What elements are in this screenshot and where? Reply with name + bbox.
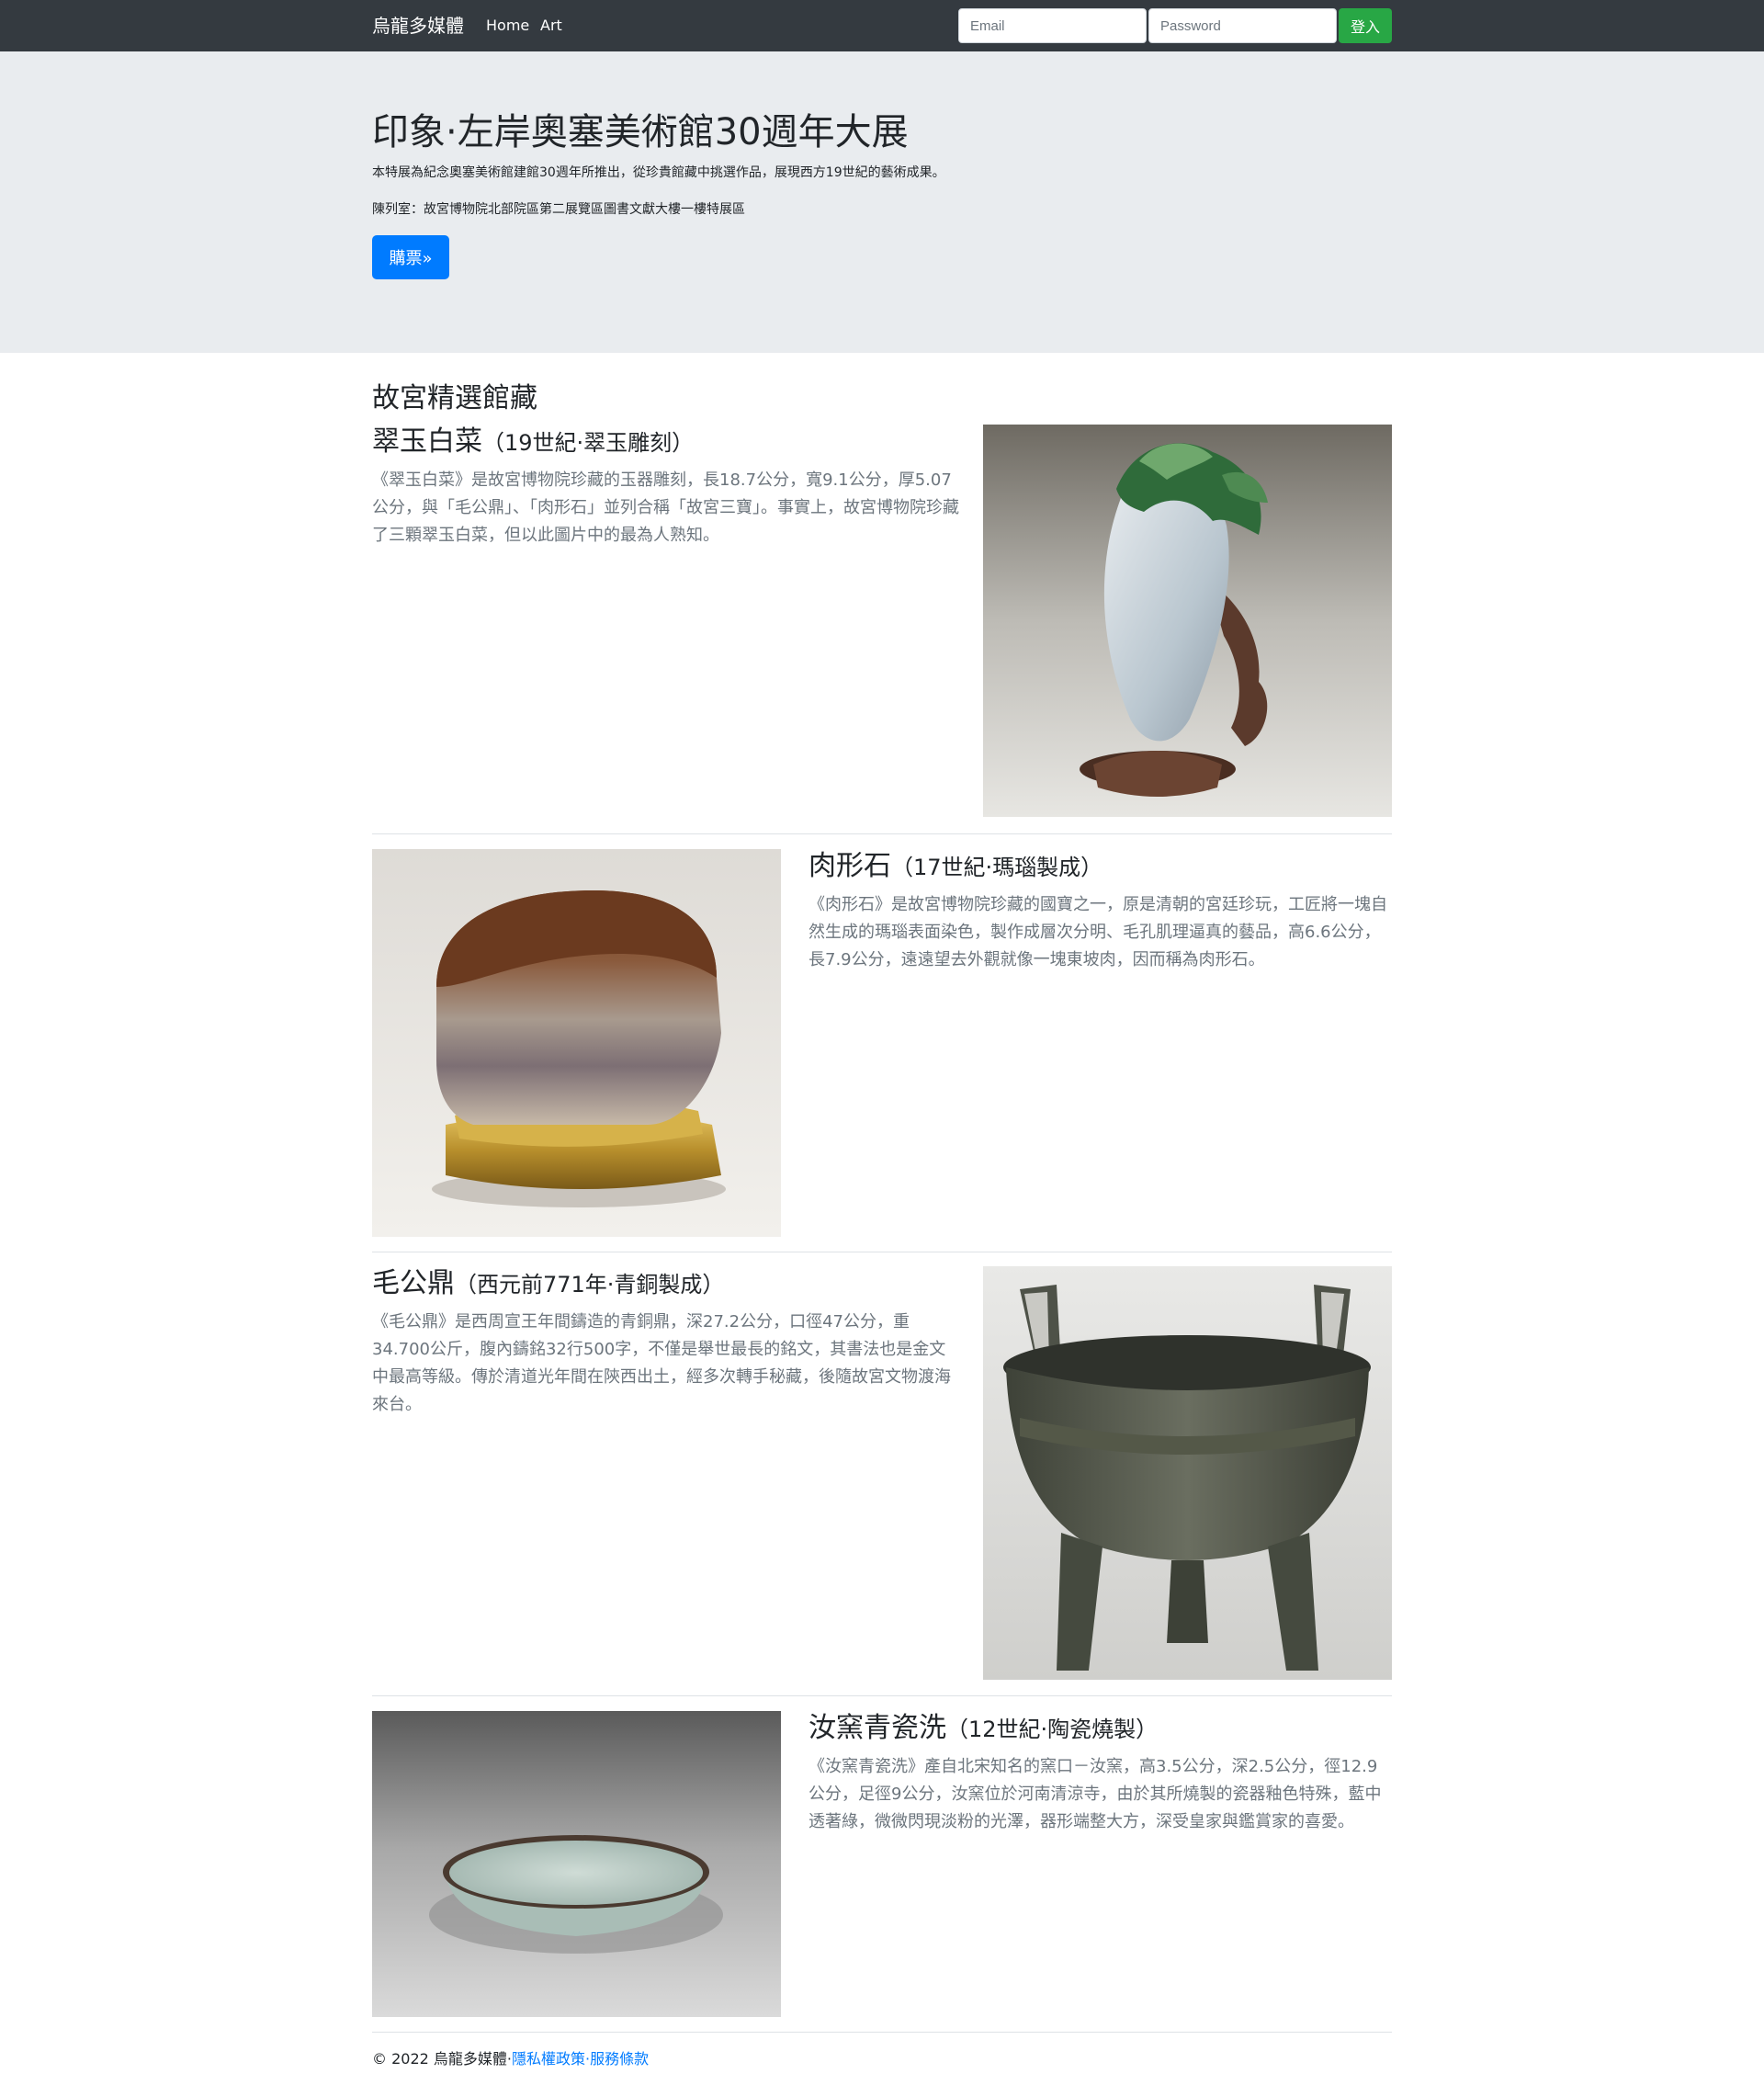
login-button[interactable]: 登入: [1339, 8, 1392, 43]
terms-of-service-link[interactable]: 服務條款: [590, 2050, 649, 2068]
hero-title: 印象·左岸奧塞美術館30週年大展: [372, 111, 909, 153]
item-subtitle: （12世紀·陶瓷燒製）: [946, 1717, 1159, 1742]
item-heading-ru-ware: 汝窯青瓷洗（12世紀·陶瓷燒製）: [808, 1711, 1158, 1747]
item-name: 毛公鼎: [372, 1267, 455, 1299]
divider: [372, 1695, 1392, 1696]
navbar-brand[interactable]: 烏龍多媒體: [372, 13, 464, 39]
buy-ticket-button[interactable]: 購票»: [372, 235, 449, 279]
privacy-policy-link[interactable]: 隱私權政策: [512, 2050, 585, 2068]
item-heading-mao-gong-ding: 毛公鼎（西元前771年·青銅製成）: [372, 1266, 724, 1302]
divider: [372, 833, 1392, 834]
item-description: 《肉形石》是故宮博物院珍藏的國寶之一，原是清朝的宮廷珍玩，工匠將一塊自然生成的瑪…: [808, 895, 1387, 969]
navbar: 烏龍多媒體 Home Art 登入: [0, 0, 1764, 51]
item-name: 汝窯青瓷洗: [808, 1712, 946, 1744]
item-name: 肉形石: [808, 850, 891, 882]
item-name: 翠玉白菜: [372, 425, 482, 458]
jade-cabbage-image: [983, 425, 1392, 817]
footer-copyright: © 2022 烏龍多媒體·: [372, 2050, 512, 2068]
item-subtitle: （17世紀·瑪瑙製成）: [891, 855, 1103, 880]
item-description: 《翠玉白菜》是故宮博物院珍藏的玉器雕刻，長18.7公分，寬9.1公分，厚5.07…: [372, 470, 959, 545]
mao-gong-ding-image: [983, 1266, 1392, 1680]
nav-link-home[interactable]: Home: [486, 15, 529, 37]
item-heading-jade-cabbage: 翠玉白菜（19世紀·翠玉雕刻）: [372, 425, 694, 460]
hero-location: 陳列室：故宮博物院北部院區第二展覽區圖書文獻大樓一樓特展區: [372, 202, 745, 217]
item-description: 《毛公鼎》是西周宣王年間鑄造的青銅鼎，深27.2公分，口徑47公分，重34.70…: [372, 1312, 951, 1414]
password-input[interactable]: [1148, 8, 1337, 43]
footer: © 2022 烏龍多媒體·隱私權政策·服務條款: [372, 2048, 649, 2070]
item-description: 《汝窯青瓷洗》產自北宋知名的窯口－汝窯，高3.5公分，深2.5公分，徑12.9公…: [808, 1757, 1382, 1831]
item-heading-meat-stone: 肉形石（17世紀·瑪瑙製成）: [808, 849, 1102, 885]
item-subtitle: （西元前771年·青銅製成）: [455, 1272, 725, 1297]
nav-link-art[interactable]: Art: [540, 15, 562, 37]
ru-ware-washer-image: [372, 1711, 781, 2017]
item-subtitle: （19世紀·翠玉雕刻）: [482, 430, 695, 456]
meat-stone-image: [372, 849, 781, 1237]
section-title: 故宮精選館藏: [372, 382, 537, 414]
divider: [372, 2032, 1392, 2033]
email-input[interactable]: [958, 8, 1147, 43]
hero-jumbotron: [0, 51, 1764, 353]
hero-lead: 本特展為紀念奧塞美術館建館30週年所推出，從珍貴館藏中挑選作品，展現西方19世紀…: [372, 165, 945, 180]
